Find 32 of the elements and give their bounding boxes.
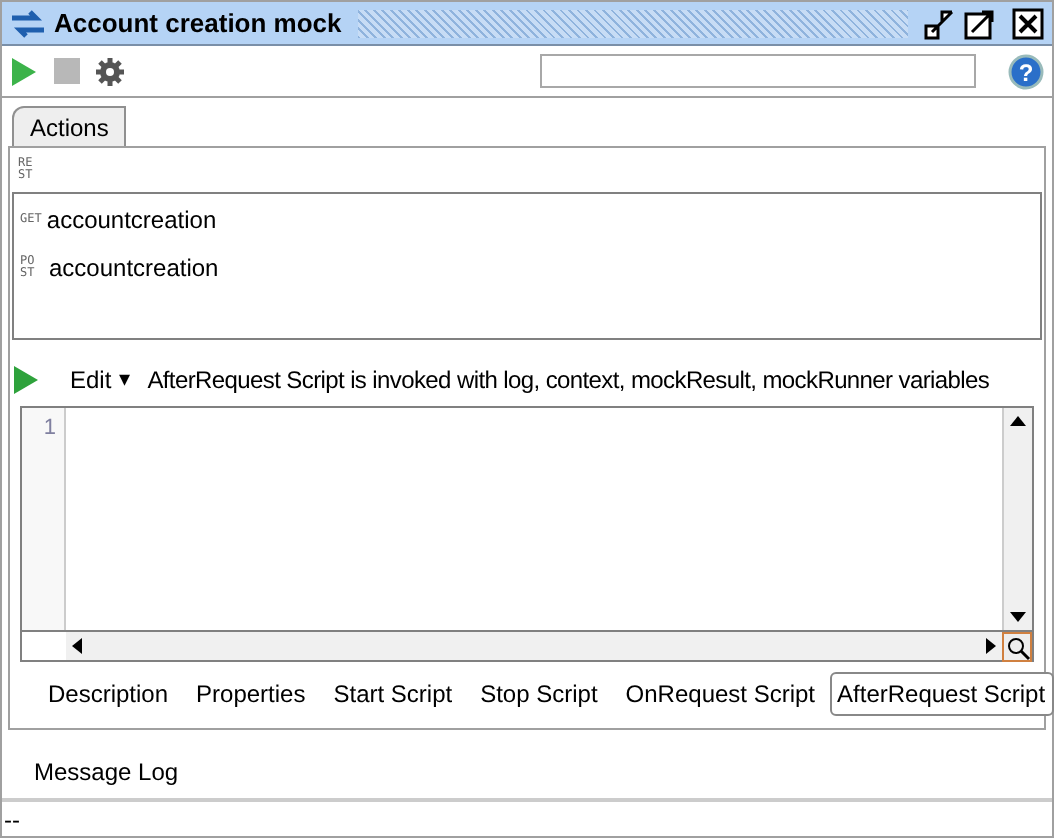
- search-field[interactable]: [540, 54, 976, 89]
- action-name[interactable]: accountcreation: [49, 250, 219, 287]
- scroll-down-icon[interactable]: [1010, 612, 1026, 623]
- swap-arrows-icon: [10, 9, 46, 38]
- script-tab[interactable]: Stop Script: [466, 672, 612, 717]
- script-info-text: AfterRequest Script is invoked with log, context, mockResult, mockRunner variables: [147, 364, 990, 399]
- zoom-icon[interactable]: [1002, 632, 1032, 663]
- script-tab[interactable]: AfterRequest Script: [829, 672, 1054, 717]
- action-name[interactable]: accountcreation: [46, 202, 217, 239]
- scroll-up-icon[interactable]: [1010, 416, 1026, 427]
- tab[interactable]: Actions: [12, 106, 127, 147]
- title-bar-grip[interactable]: [357, 9, 908, 38]
- edit-dropdown[interactable]: Edit ▾: [70, 362, 132, 399]
- scroll-right-icon[interactable]: [986, 638, 996, 655]
- gear-icon[interactable]: [96, 57, 124, 86]
- script-tab[interactable]: OnRequest Script: [611, 672, 830, 717]
- window-title: Account creation mock: [54, 5, 342, 42]
- help-icon[interactable]: ?: [1008, 53, 1044, 90]
- script-tab[interactable]: Description: [34, 672, 183, 717]
- restore-icon[interactable]: [924, 7, 956, 40]
- horizontal-scrollbar[interactable]: [66, 632, 1002, 661]
- log-tab[interactable]: Message Log: [34, 753, 179, 790]
- script-tab[interactable]: Start Script: [319, 672, 467, 717]
- run-icon[interactable]: [14, 366, 38, 395]
- close-icon[interactable]: [1012, 7, 1044, 40]
- play-icon[interactable]: [10, 55, 38, 88]
- maximize-icon[interactable]: [964, 7, 996, 40]
- script-tab[interactable]: Properties: [182, 672, 320, 717]
- status-text: --: [4, 803, 20, 837]
- line-number: 1: [43, 414, 56, 445]
- vertical-scrollbar[interactable]: [1002, 408, 1032, 631]
- scroll-left-icon[interactable]: [72, 638, 82, 655]
